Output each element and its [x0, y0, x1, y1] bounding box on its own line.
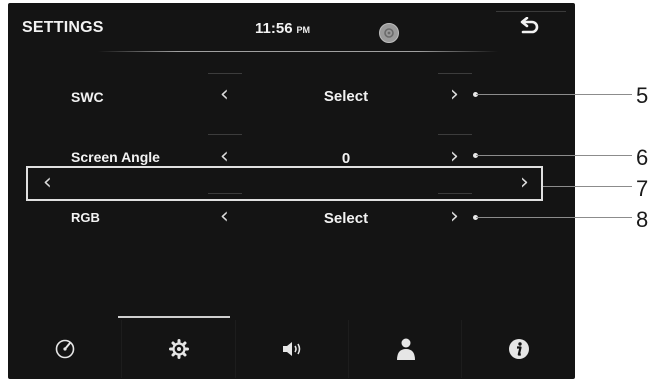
- screen-angle-next-button[interactable]: ›: [450, 146, 459, 168]
- callout-5-line: [476, 94, 632, 95]
- bottom-tab-bar: [8, 320, 575, 378]
- rgb-next-button[interactable]: ›: [450, 206, 459, 228]
- row-divider: [208, 134, 242, 135]
- callout-8-line: [476, 217, 632, 218]
- clock-ampm: PM: [296, 25, 311, 35]
- speedometer-icon: [54, 338, 76, 360]
- highlighted-row-next-button[interactable]: ›: [520, 172, 529, 194]
- clock-time: 11:56: [255, 20, 293, 37]
- clock: 11:56 PM: [255, 20, 310, 37]
- row-divider: [438, 73, 472, 74]
- row-label-rgb: RGB: [71, 210, 100, 225]
- swc-next-button[interactable]: ›: [450, 84, 459, 106]
- rgb-value: Select: [323, 210, 369, 227]
- callout-8-label: 8: [636, 207, 649, 232]
- callout-6-line: [476, 155, 632, 156]
- row-divider: [208, 73, 242, 74]
- screen-angle-value: 0: [341, 150, 351, 167]
- highlighted-row[interactable]: [26, 166, 543, 201]
- row-divider: [438, 134, 472, 135]
- info-icon: [508, 338, 530, 360]
- active-tab-indicator: [118, 316, 230, 318]
- highlighted-row-prev-button[interactable]: ‹: [43, 172, 52, 194]
- callout-7-line: [543, 186, 632, 187]
- header-divider: [98, 51, 498, 52]
- swc-value: Select: [323, 88, 369, 105]
- row-label-swc: SWC: [71, 89, 104, 105]
- rgb-prev-button[interactable]: ‹: [220, 206, 229, 228]
- person-icon: [395, 337, 417, 361]
- gear-icon: [168, 338, 190, 360]
- screen-angle-prev-button[interactable]: ‹: [220, 146, 229, 168]
- tab-info[interactable]: [462, 320, 575, 378]
- speaker-icon: [281, 339, 305, 359]
- swc-prev-button[interactable]: ‹: [220, 84, 229, 106]
- tab-audio[interactable]: [236, 320, 349, 378]
- row-label-screen-angle: Screen Angle: [71, 149, 160, 165]
- tab-speed[interactable]: [8, 320, 121, 378]
- back-arrow-icon: [518, 16, 540, 42]
- callout-7-label: 7: [636, 176, 649, 201]
- tab-user[interactable]: [349, 320, 462, 378]
- page-title: SETTINGS: [22, 19, 104, 36]
- status-gear-icon: [379, 23, 399, 43]
- callout-5-label: 5: [636, 83, 649, 108]
- tab-settings[interactable]: [122, 320, 235, 378]
- back-button[interactable]: [493, 11, 565, 47]
- callout-6-label: 6: [636, 145, 649, 170]
